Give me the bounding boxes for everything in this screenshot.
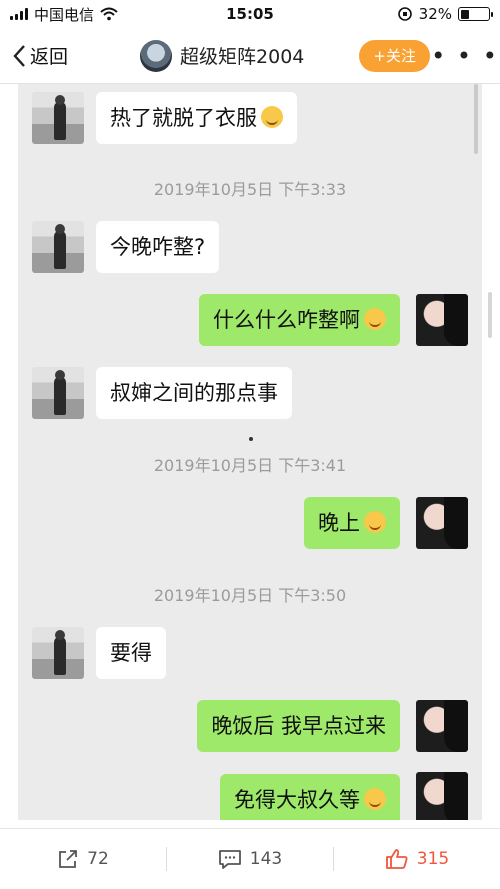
battery-icon xyxy=(458,7,493,21)
contact-avatar[interactable] xyxy=(32,627,84,679)
message-bubble: 晚饭后 我早点过来 xyxy=(197,700,400,752)
message-bubble: 热了就脱了衣服 xyxy=(96,92,297,144)
like-button[interactable]: 315 xyxy=(334,829,500,889)
action-bar: 72 143 315 xyxy=(0,828,500,889)
wifi-icon xyxy=(100,7,118,21)
orientation-lock-icon xyxy=(397,7,412,21)
message-bubble: 晚上 xyxy=(304,497,400,549)
comment-button[interactable]: 143 xyxy=(167,829,333,889)
message-bubble: 今晚咋整? xyxy=(96,221,220,273)
user-avatar[interactable] xyxy=(416,700,468,752)
more-icon[interactable]: • • • xyxy=(430,28,500,83)
like-count: 315 xyxy=(416,849,450,869)
thumbs-up-icon xyxy=(385,849,408,869)
signal-icon xyxy=(10,8,28,20)
nav-bar: 返回 超级矩阵2004 +关注 • • • xyxy=(0,28,500,84)
back-label: 返回 xyxy=(30,46,69,68)
scrollbar[interactable] xyxy=(474,84,478,154)
dot-mark xyxy=(249,437,253,441)
message-bubble: 免得大叔久等 xyxy=(220,774,400,820)
chat-area[interactable]: 热了就脱了衣服 2019年10月5日 下午3:33 今晚咋整? 什么什么咋整啊 … xyxy=(18,84,482,820)
message-bubble: 什么什么咋整啊 xyxy=(199,294,400,346)
contact-avatar[interactable] xyxy=(32,221,84,273)
follow-button[interactable]: +关注 xyxy=(359,39,430,72)
contact-avatar[interactable] xyxy=(32,367,84,419)
carrier-name: 中国电信 xyxy=(34,5,95,24)
share-count: 72 xyxy=(87,849,109,869)
battery-percent: 32% xyxy=(418,5,452,23)
message-bubble: 叔婶之间的那点事 xyxy=(96,367,292,419)
page-title: 超级矩阵2004 xyxy=(180,46,305,68)
back-button[interactable]: 返回 xyxy=(0,28,95,83)
tongue-emoji-icon xyxy=(364,788,386,810)
timestamp: 2019年10月5日 下午3:50 xyxy=(153,586,347,605)
chevron-left-icon xyxy=(13,44,25,67)
timestamp: 2019年10月5日 下午3:41 xyxy=(153,456,347,475)
scroll-indicator xyxy=(488,292,492,338)
user-avatar[interactable] xyxy=(416,772,468,820)
message-bubble: 要得 xyxy=(96,627,166,679)
smile-emoji-icon xyxy=(364,308,386,330)
contact-avatar[interactable] xyxy=(32,92,84,144)
avatar[interactable] xyxy=(140,39,173,72)
share-button[interactable]: 72 xyxy=(0,829,166,889)
user-avatar[interactable] xyxy=(416,294,468,346)
timestamp: 2019年10月5日 下午3:33 xyxy=(153,180,347,199)
comment-count: 143 xyxy=(249,849,283,869)
laughing-emoji-icon xyxy=(261,106,283,128)
share-icon xyxy=(59,850,78,868)
comment-icon xyxy=(218,850,241,869)
user-avatar[interactable] xyxy=(416,497,468,549)
status-bar: 中国电信 15:05 32% xyxy=(0,0,500,28)
tongue-emoji-icon xyxy=(364,511,386,533)
